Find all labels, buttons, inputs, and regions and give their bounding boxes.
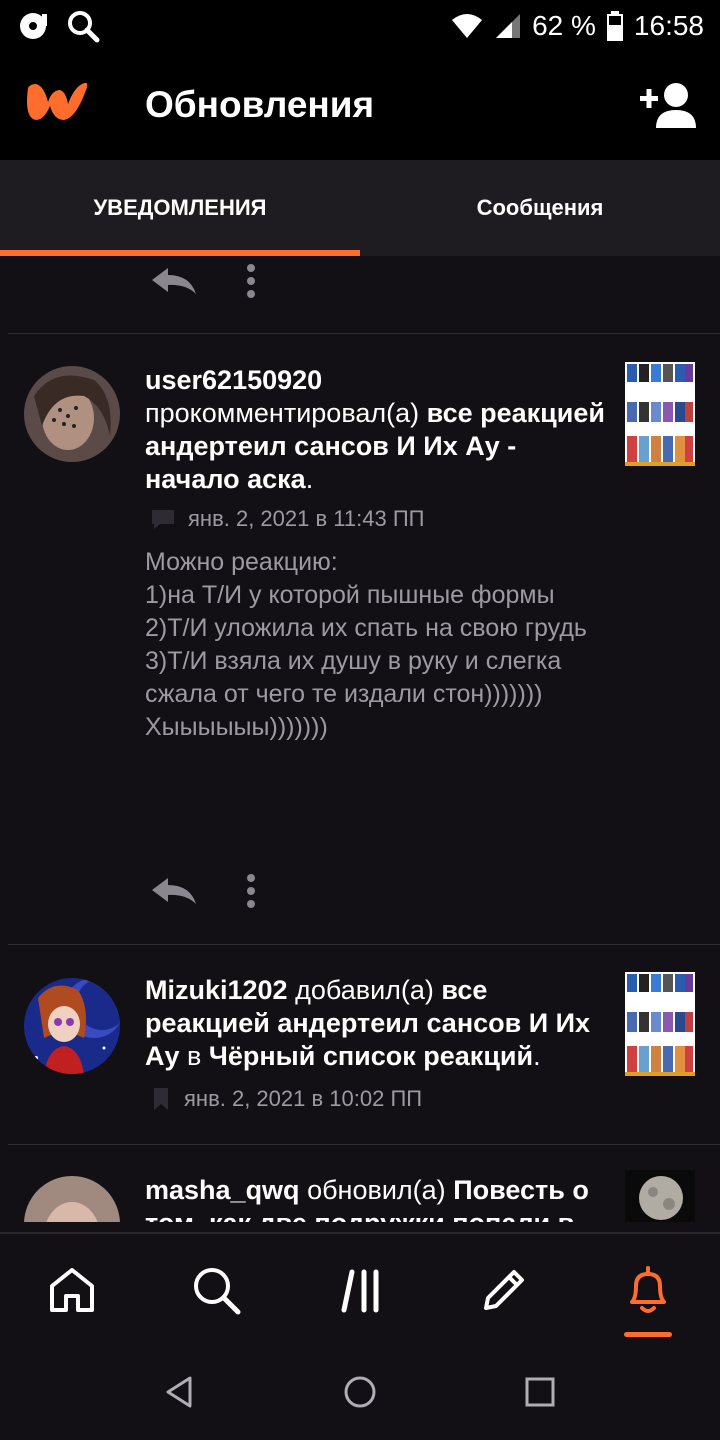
timestamp: янв. 2, 2021 в 10:02 ПП (184, 1086, 423, 1111)
active-tab-indicator (624, 1332, 672, 1337)
reading-list-icon (154, 1088, 168, 1110)
punctuation: . (533, 1041, 541, 1071)
comment-text: Можно реакцию: 1)на Т/И у которой пышные… (145, 548, 587, 741)
comment-icon (152, 510, 174, 529)
home-icon[interactable] (46, 1264, 98, 1316)
notification-actions (150, 874, 256, 908)
bottom-navigation (0, 1232, 720, 1344)
page-title: Обновления (145, 84, 375, 125)
notification-text: masha_qwq обновил(а) Повесть о том, как … (145, 1174, 605, 1222)
tab-messages[interactable]: Сообщения (360, 160, 720, 256)
back-icon[interactable] (162, 1374, 198, 1410)
battery-icon (606, 11, 623, 41)
punctuation: . (305, 464, 314, 494)
action-verb: добавил(а) (295, 975, 434, 1005)
bell-icon[interactable] (622, 1264, 674, 1316)
more-options-icon[interactable] (246, 264, 256, 298)
reply-icon[interactable] (150, 266, 198, 296)
status-bar: 62 % 16:58 (0, 0, 720, 52)
divider (8, 333, 720, 334)
story-cover[interactable] (625, 1170, 695, 1222)
more-options-icon[interactable] (246, 874, 256, 908)
action-verb: обновил(а) (307, 1175, 446, 1205)
reply-icon[interactable] (150, 876, 198, 906)
library-icon[interactable] (334, 1264, 386, 1316)
timestamp: янв. 2, 2021 в 11:43 ПП (188, 506, 425, 531)
recents-icon[interactable] (522, 1374, 558, 1410)
notification-meta: янв. 2, 2021 в 11:43 ПП (150, 506, 424, 532)
write-icon[interactable] (478, 1264, 530, 1316)
app-bar: Обновления (0, 52, 720, 160)
avatar[interactable] (24, 1176, 120, 1222)
username[interactable]: masha_qwq (145, 1175, 300, 1205)
username[interactable]: user62150920 (145, 365, 322, 395)
story-cover[interactable] (625, 972, 695, 1076)
notifications-feed[interactable]: user62150920 прокомментировал(а) все реа… (0, 256, 720, 1222)
notification-meta: янв. 2, 2021 в 10:02 ПП (150, 1086, 422, 1112)
system-navigation (0, 1344, 720, 1440)
avatar[interactable] (24, 978, 120, 1074)
battery-percent: 62 % (532, 10, 596, 41)
story-cover[interactable] (625, 362, 695, 466)
reading-list-title[interactable]: Чёрный список реакций (209, 1041, 533, 1071)
divider (8, 1144, 720, 1145)
avatar[interactable] (24, 366, 120, 462)
wifi-icon (452, 14, 483, 38)
username[interactable]: Mizuki1202 (145, 975, 288, 1005)
search-icon (68, 11, 100, 43)
signal-icon (496, 14, 521, 38)
notification-text: Mizuki1202 добавил(а) все реакцией андер… (145, 974, 605, 1073)
tab-bar: УВЕДОМЛЕНИЯ Сообщения (0, 160, 720, 256)
action-verb: прокомментировал(а) (145, 398, 420, 428)
clock: 16:58 (633, 10, 704, 41)
cd-icon (20, 13, 47, 39)
wattpad-logo[interactable] (22, 78, 92, 126)
tab-notifications[interactable]: УВЕДОМЛЕНИЯ (0, 160, 360, 256)
divider (8, 944, 720, 945)
connector: в (187, 1041, 202, 1071)
add-user-icon[interactable] (640, 80, 698, 130)
search-icon[interactable] (190, 1264, 242, 1316)
home-button-icon[interactable] (342, 1374, 378, 1410)
previous-item-actions (150, 264, 256, 298)
notification-text: user62150920 прокомментировал(а) все реа… (145, 364, 605, 496)
